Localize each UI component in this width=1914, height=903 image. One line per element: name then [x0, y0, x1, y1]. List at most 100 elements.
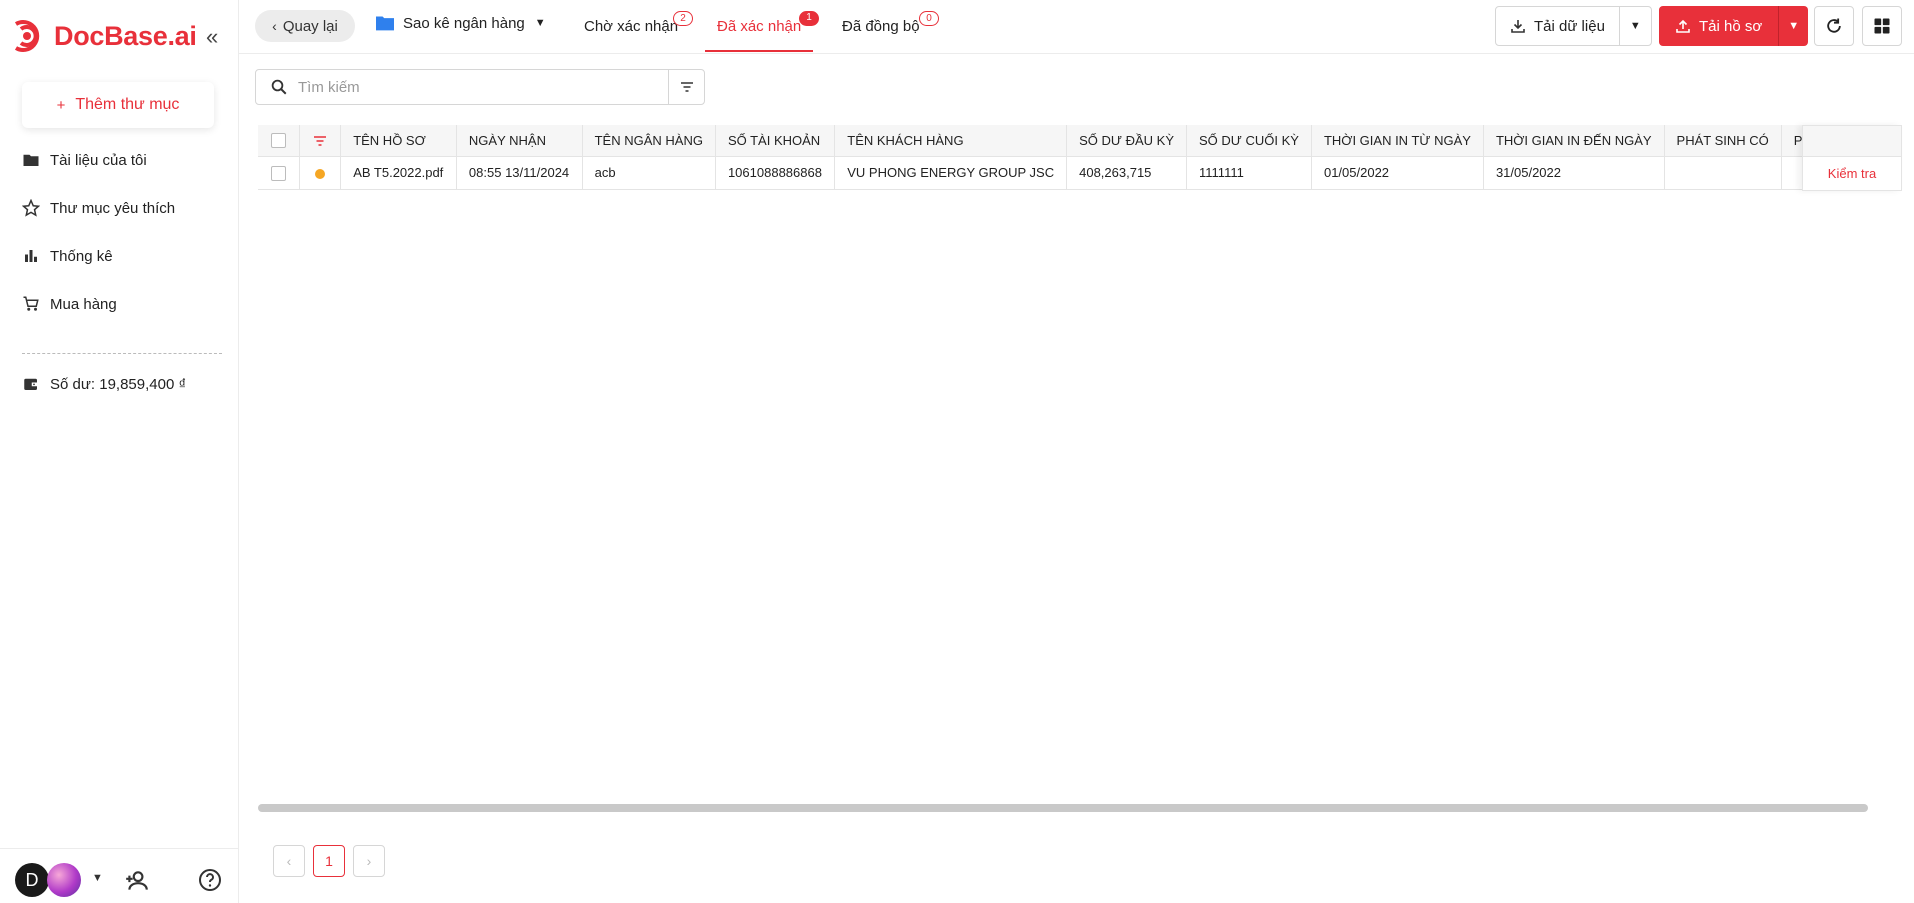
filter-button[interactable] — [668, 69, 705, 105]
cell-customer-name: VU PHONG ENERGY GROUP JSC — [834, 156, 1068, 190]
tab-pending[interactable]: Chờ xác nhận — [584, 18, 678, 35]
filter-icon — [680, 82, 693, 92]
sidebar-item-label: Mua hàng — [50, 295, 117, 313]
upload-button-group: Tải hồ sơ ▼ — [1659, 6, 1809, 46]
download-data-dropdown[interactable]: ▼ — [1620, 7, 1651, 45]
row-checkbox[interactable] — [271, 165, 287, 181]
prev-page-button[interactable]: ‹ — [273, 845, 305, 877]
search-input[interactable] — [298, 78, 648, 96]
upload-dropdown[interactable]: ▼ — [1779, 6, 1808, 46]
table-header-row: TÊN HỒ SƠ NGÀY NHẬN TÊN NGÂN HÀNG SỐ TÀI… — [258, 125, 1902, 157]
chevron-down-icon[interactable]: ▼ — [92, 872, 103, 884]
download-data-button-group: Tải dữ liệu ▼ — [1495, 6, 1652, 46]
cart-icon — [23, 296, 39, 311]
download-icon — [1511, 20, 1525, 33]
add-folder-label: Thêm thư mục — [75, 96, 180, 113]
page-button[interactable]: 1 — [313, 845, 345, 877]
column-header[interactable]: NGÀY NHẬN — [456, 125, 583, 157]
download-data-button[interactable]: Tải dữ liệu — [1496, 7, 1619, 45]
help-icon[interactable] — [198, 868, 222, 892]
sidebar-item-purchase[interactable]: Mua hàng — [22, 295, 117, 313]
caret-down-icon: ▼ — [534, 17, 546, 29]
caret-down-icon: ▼ — [1629, 20, 1641, 32]
upload-label: Tải hồ sơ — [1699, 17, 1763, 35]
cell-closing-balance: 1111111 — [1186, 156, 1312, 190]
actions-column: Kiểm tra — [1802, 125, 1902, 191]
sidebar-item-my-documents[interactable]: Tài liệu của tôi — [22, 151, 147, 169]
select-all-checkbox[interactable] — [271, 133, 287, 149]
toolbar-divider — [239, 53, 1914, 54]
tab-confirmed-badge: 1 — [799, 11, 819, 26]
column-header[interactable]: SỐ DƯ CUỐI KỲ — [1186, 125, 1312, 157]
sidebar-item-favorites[interactable]: Thư mục yêu thích — [22, 199, 175, 217]
cell-bank-name: acb — [582, 156, 716, 190]
collapse-sidebar-icon[interactable]: « — [206, 24, 218, 50]
upload-icon — [1676, 19, 1690, 33]
column-header[interactable]: TÊN KHÁCH HÀNG — [834, 125, 1068, 157]
folder-select[interactable]: Sao kê ngân hàng ▼ — [375, 14, 546, 32]
column-header[interactable]: TÊN HỒ SƠ — [340, 125, 457, 157]
brand-name: DocBase.ai — [54, 20, 197, 51]
tab-synced[interactable]: Đã đồng bộ — [842, 18, 920, 35]
download-data-label: Tải dữ liệu — [1534, 17, 1605, 35]
sidebar-item-statistics[interactable]: Thống kê — [22, 247, 113, 265]
tab-label: Đã xác nhận — [717, 18, 802, 35]
wallet-icon — [24, 378, 38, 390]
documents-table: TÊN HỒ SƠ NGÀY NHẬN TÊN NGÂN HÀNG SỐ TÀI… — [258, 125, 1902, 191]
tab-label: Chờ xác nhận — [584, 18, 679, 35]
grid-icon — [1874, 18, 1890, 34]
horizontal-scrollbar[interactable] — [258, 804, 1868, 812]
cell-account-number: 1061088886868 — [715, 156, 836, 190]
table-row[interactable]: AB T5.2022.pdf 08:55 13/11/2024 acb 1061… — [258, 156, 1902, 190]
column-header[interactable]: THỜI GIAN IN TỪ NGÀY — [1311, 125, 1484, 157]
column-header[interactable]: THỜI GIAN IN ĐẾN NGÀY — [1483, 125, 1665, 157]
row-status-cell — [299, 156, 342, 190]
avatar[interactable]: D — [15, 863, 49, 897]
balance-label: Số dư: 19,859,400 ₫ — [50, 375, 187, 393]
plus-icon: + — [56, 96, 66, 114]
logo[interactable]: DocBase.ai — [12, 18, 197, 54]
docbase-logo-icon — [14, 20, 40, 52]
back-label: Quay lại — [282, 17, 338, 35]
workspace-avatar[interactable] — [47, 863, 81, 897]
active-tab-indicator — [705, 50, 813, 52]
search-box — [255, 69, 669, 105]
cell-print-to-date: 31/05/2022 — [1483, 156, 1665, 190]
folder-icon — [376, 16, 394, 31]
column-header[interactable]: TÊN NGÂN HÀNG — [582, 125, 716, 157]
column-header[interactable]: PHÁT SINH CÓ — [1664, 125, 1782, 157]
cell-received-date: 08:55 13/11/2024 — [456, 156, 583, 190]
back-button[interactable]: ‹ Quay lại — [255, 10, 355, 42]
upload-button[interactable]: Tải hồ sơ — [1659, 6, 1778, 46]
column-header[interactable]: SỐ TÀI KHOẢN — [715, 125, 836, 157]
folder-select-label: Sao kê ngân hàng — [403, 14, 525, 32]
bar-chart-icon — [25, 250, 37, 262]
filter-icon[interactable] — [312, 133, 328, 149]
refresh-icon — [1827, 18, 1841, 33]
refresh-button[interactable] — [1814, 6, 1854, 46]
sidebar-item-label: Thống kê — [50, 247, 113, 265]
next-page-button[interactable]: › — [353, 845, 385, 877]
add-user-icon[interactable] — [124, 868, 150, 894]
status-filter-cell — [299, 125, 342, 157]
tab-pending-badge: 2 — [673, 11, 693, 26]
folder-icon — [23, 154, 39, 166]
column-header[interactable]: SỐ DƯ ĐẦU KỲ — [1066, 125, 1188, 157]
add-folder-button[interactable]: + Thêm thư mục — [22, 82, 214, 128]
sidebar-divider — [22, 353, 222, 354]
cell-credit — [1664, 156, 1782, 190]
chevron-right-icon: › — [366, 853, 372, 869]
status-dot — [315, 168, 326, 179]
check-link[interactable]: Kiểm tra — [1803, 157, 1901, 190]
cell-opening-balance: 408,263,715 — [1066, 156, 1188, 190]
tab-label: Đã đồng bộ — [842, 18, 920, 35]
actions-header — [1803, 126, 1901, 157]
balance: Số dư: 19,859,400 ₫ — [22, 375, 186, 393]
grid-view-button[interactable] — [1862, 6, 1902, 46]
sidebar: DocBase.ai « + Thêm thư mục Tài liệu của… — [0, 0, 239, 903]
search-icon — [271, 79, 287, 95]
tab-confirmed[interactable]: Đã xác nhận — [717, 18, 801, 35]
sidebar-item-label: Thư mục yêu thích — [50, 199, 176, 217]
row-select-cell — [258, 156, 301, 190]
star-icon — [22, 199, 40, 217]
